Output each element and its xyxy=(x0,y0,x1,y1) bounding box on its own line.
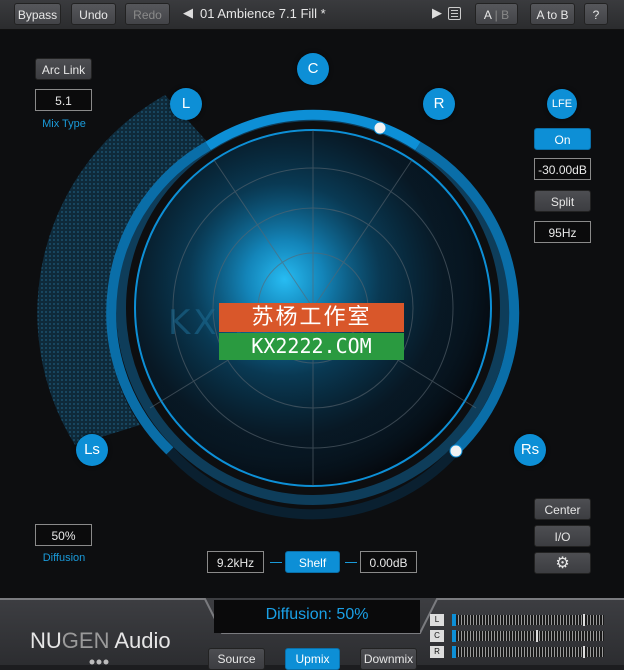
logo-audio: Audio xyxy=(109,628,171,653)
meter-row: C xyxy=(430,630,610,642)
meter-level xyxy=(452,630,456,642)
arc-link-button[interactable]: Arc Link xyxy=(35,58,92,80)
list-icon[interactable] xyxy=(448,7,461,20)
split-frequency-field[interactable]: 95Hz xyxy=(534,221,591,243)
undo-button[interactable]: Undo xyxy=(71,3,116,25)
front-width-handle[interactable] xyxy=(373,121,387,135)
mix-type-field[interactable]: 5.1 xyxy=(35,89,92,111)
lfe-on-button[interactable]: On xyxy=(534,128,591,150)
settings-button[interactable]: ⚙ xyxy=(534,552,591,574)
speaker-c[interactable]: C xyxy=(297,53,329,85)
diffusion-label: Diffusion xyxy=(42,552,86,564)
preset-name[interactable]: 01 Ambience 7.1 Fill * xyxy=(200,6,326,21)
help-button[interactable]: ? xyxy=(584,3,608,25)
filter-frequency-field[interactable]: 9.2kHz xyxy=(207,551,264,573)
diffusion-field[interactable]: 50% xyxy=(35,524,92,546)
a-to-b-button[interactable]: A to B xyxy=(530,3,575,25)
logo-gen: GEN xyxy=(61,628,110,653)
redo-button[interactable]: Redo xyxy=(125,3,170,25)
center-button[interactable]: Center xyxy=(534,498,591,520)
meter-row: R xyxy=(430,646,610,658)
meter-peak-marker xyxy=(583,646,585,658)
split-button[interactable]: Split xyxy=(534,190,591,212)
gear-icon: ⚙ xyxy=(555,555,570,572)
meter-bar xyxy=(452,615,604,625)
triangle-left-icon[interactable]: ◀ xyxy=(183,5,193,21)
filter-type-button[interactable]: Shelf xyxy=(285,551,340,573)
meter-channel-label: L xyxy=(430,614,444,626)
speaker-lfe[interactable]: LFE xyxy=(547,89,577,119)
ab-toggle[interactable]: A | B xyxy=(475,3,518,25)
diffusion-readout: Diffusion: 50% xyxy=(214,600,420,633)
watermark-url: KX2222.COM xyxy=(219,333,404,360)
meter-peak-marker xyxy=(536,630,538,642)
meter-bar xyxy=(452,631,604,641)
filter-gain-field[interactable]: 0.00dB xyxy=(360,551,417,573)
filter-connector-left xyxy=(270,562,282,563)
nugen-logo: NUGEN Audio xyxy=(30,628,171,654)
meter-row: L xyxy=(430,614,610,626)
upmix-button[interactable]: Upmix xyxy=(285,648,340,670)
triangle-right-icon[interactable]: ▶ xyxy=(432,5,442,21)
output-meters: LCR xyxy=(430,614,610,664)
ab-b-label: B xyxy=(501,8,510,22)
source-button[interactable]: Source xyxy=(208,648,265,670)
watermark-title: 苏杨工作室 xyxy=(219,303,404,332)
rear-width-handle[interactable] xyxy=(449,444,463,458)
ab-separator: | xyxy=(494,8,498,22)
speaker-r[interactable]: R xyxy=(423,88,455,120)
meter-channel-label: C xyxy=(430,630,444,642)
downmix-button[interactable]: Downmix xyxy=(360,648,417,670)
meter-bar xyxy=(452,647,604,657)
filter-connector-right xyxy=(345,562,357,563)
meter-peak-marker xyxy=(583,614,585,626)
speaker-rs[interactable]: Rs xyxy=(514,434,546,466)
io-button[interactable]: I/O xyxy=(534,525,591,547)
bypass-button[interactable]: Bypass xyxy=(14,3,61,25)
meter-level xyxy=(452,646,456,658)
speaker-l[interactable]: L xyxy=(170,88,202,120)
toolbar: Bypass Undo Redo ◀ 01 Ambience 7.1 Fill … xyxy=(0,0,624,30)
meter-level xyxy=(452,614,456,626)
logo-nu: NU xyxy=(30,628,62,653)
mix-type-label: Mix Type xyxy=(42,118,86,130)
lfe-gain-field[interactable]: -30.00dB xyxy=(534,158,591,180)
speaker-ls[interactable]: Ls xyxy=(76,434,108,466)
meter-channel-label: R xyxy=(430,646,444,658)
ab-a-label: A xyxy=(483,8,492,22)
logo-mark-icon xyxy=(89,659,109,665)
